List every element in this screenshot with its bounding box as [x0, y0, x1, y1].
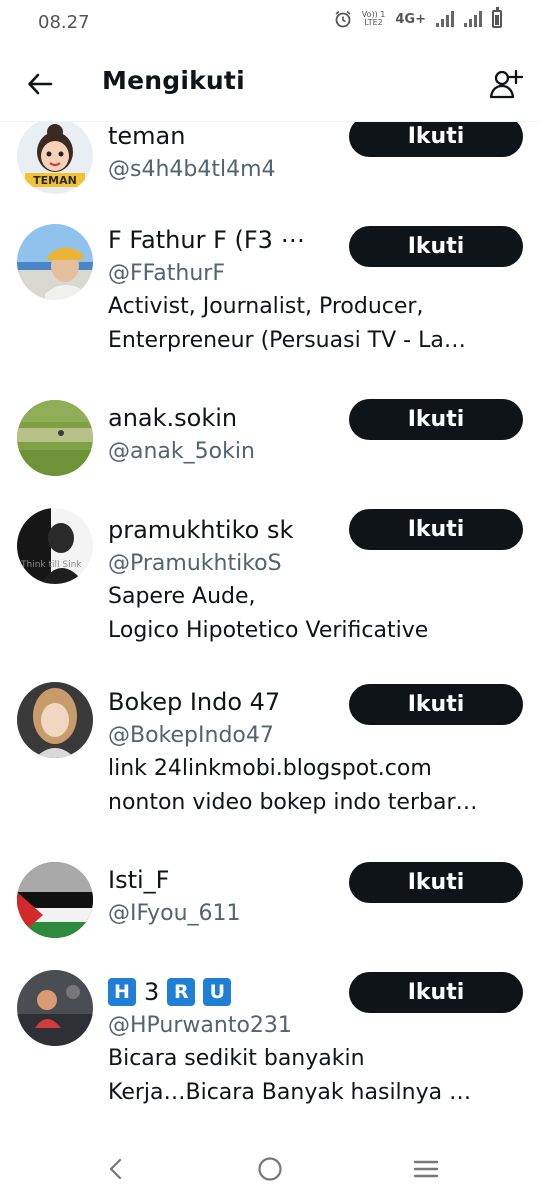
avatar-label: TEMAN: [33, 174, 77, 187]
header-bar: Mengikuti: [0, 46, 540, 122]
follow-button[interactable]: Ikuti: [349, 116, 523, 157]
follow-button[interactable]: Ikuti: [349, 862, 523, 903]
nav-home-button[interactable]: [250, 1152, 290, 1186]
avatar[interactable]: TEMAN: [17, 118, 93, 194]
avatar-child-image: [17, 970, 93, 1046]
user-bio-line: Logico Hipotetico Verificative: [108, 618, 429, 643]
user-handle: @anak_5okin: [108, 439, 255, 464]
battery-icon: [492, 7, 502, 28]
avatar[interactable]: [17, 224, 93, 300]
list-item[interactable]: Isti_F @IFyou_611 Ikuti: [0, 852, 540, 952]
avatar-flag-image: [17, 862, 93, 938]
avatar-label: Think till Sink: [21, 560, 82, 570]
list-item[interactable]: Bokep Indo 47 @BokepIndo47 link 24linkmo…: [0, 672, 540, 842]
letter-badge: R: [167, 978, 196, 1006]
follow-button[interactable]: Ikuti: [349, 399, 523, 440]
list-item[interactable]: anak.sokin @anak_5okin Ikuti: [0, 388, 540, 488]
user-name: Isti_F: [108, 866, 170, 894]
user-bio-line: Bicara sedikit banyakin: [108, 1046, 365, 1071]
system-nav-bar: [0, 1138, 540, 1200]
network-type: 4G+: [395, 11, 426, 27]
following-list: TEMAN teman @s4h4b4tl4m4 Ikuti F Fathur …: [0, 102, 540, 1132]
user-bio-line: Activist, Journalist, Producer,: [108, 294, 424, 319]
avatar[interactable]: Think till Sink: [17, 508, 93, 584]
nav-recents-button[interactable]: [406, 1152, 446, 1186]
status-icons: Vo)) 1 LTE2 4G+: [334, 7, 502, 28]
avatar-photo-image: [17, 224, 93, 300]
back-arrow-icon: [28, 73, 53, 95]
add-user-icon: [489, 69, 523, 99]
user-name: anak.sokin: [108, 404, 238, 432]
user-name: Bokep Indo 47: [108, 688, 281, 716]
avatar[interactable]: [17, 400, 93, 476]
follow-button[interactable]: Ikuti: [349, 684, 523, 725]
add-user-button[interactable]: [486, 64, 526, 104]
user-name: H 3 R U: [108, 974, 344, 1010]
user-name: pramukhtiko sk: [108, 516, 294, 544]
name-text: 3: [144, 978, 160, 1006]
letter-badge: H: [108, 978, 136, 1006]
follow-button[interactable]: Ikuti: [349, 509, 523, 550]
avatar-portrait-image: [17, 682, 93, 758]
status-bar: 08.27 Vo)) 1 LTE2 4G+: [0, 0, 540, 46]
user-handle: @PramukhtikoS: [108, 551, 282, 576]
letter-badge: U: [203, 978, 232, 1006]
back-button[interactable]: [20, 64, 60, 104]
avatar[interactable]: [17, 862, 93, 938]
user-bio-line: nonton video bokep indo terbar…: [108, 790, 478, 815]
user-handle: @HPurwanto231: [108, 1013, 292, 1038]
avatar-field-image: [17, 400, 93, 476]
follow-button[interactable]: Ikuti: [349, 226, 523, 267]
avatar[interactable]: [17, 970, 93, 1046]
signal-icon: [436, 11, 454, 27]
nav-back-button[interactable]: [96, 1152, 136, 1186]
status-time: 08.27: [38, 12, 90, 33]
user-name: teman: [108, 122, 186, 150]
user-bio-line: Sapere Aude,: [108, 584, 256, 609]
page-title: Mengikuti: [102, 66, 245, 95]
nav-recents-icon: [413, 1160, 439, 1178]
nav-back-icon: [109, 1158, 122, 1180]
avatar-bw-image: [17, 508, 93, 584]
follow-button[interactable]: Ikuti: [349, 972, 523, 1013]
signal-icon: [464, 11, 482, 27]
user-bio-line: Enterpreneur (Persuasi TV - La…: [108, 328, 466, 353]
list-item[interactable]: H 3 R U @HPurwanto231 Bicara sedikit ban…: [0, 962, 540, 1132]
lte-indicator: Vo)) 1 LTE2: [361, 10, 386, 27]
avatar[interactable]: [17, 682, 93, 758]
user-bio-line: Kerja…Bicara Banyak hasilnya …: [108, 1080, 472, 1105]
user-handle: @s4h4b4tl4m4: [108, 157, 276, 182]
user-bio-line: link 24linkmobi.blogspot.com: [108, 756, 432, 781]
alarm-icon: [335, 10, 351, 28]
nav-home-icon: [258, 1157, 282, 1181]
user-name: F Fathur F (F3 ⋯: [108, 226, 305, 254]
list-item[interactable]: Think till Sink pramukhtiko sk @Pramukht…: [0, 496, 540, 666]
list-item[interactable]: F Fathur F (F3 ⋯ @FFathurF Activist, Jou…: [0, 212, 540, 382]
